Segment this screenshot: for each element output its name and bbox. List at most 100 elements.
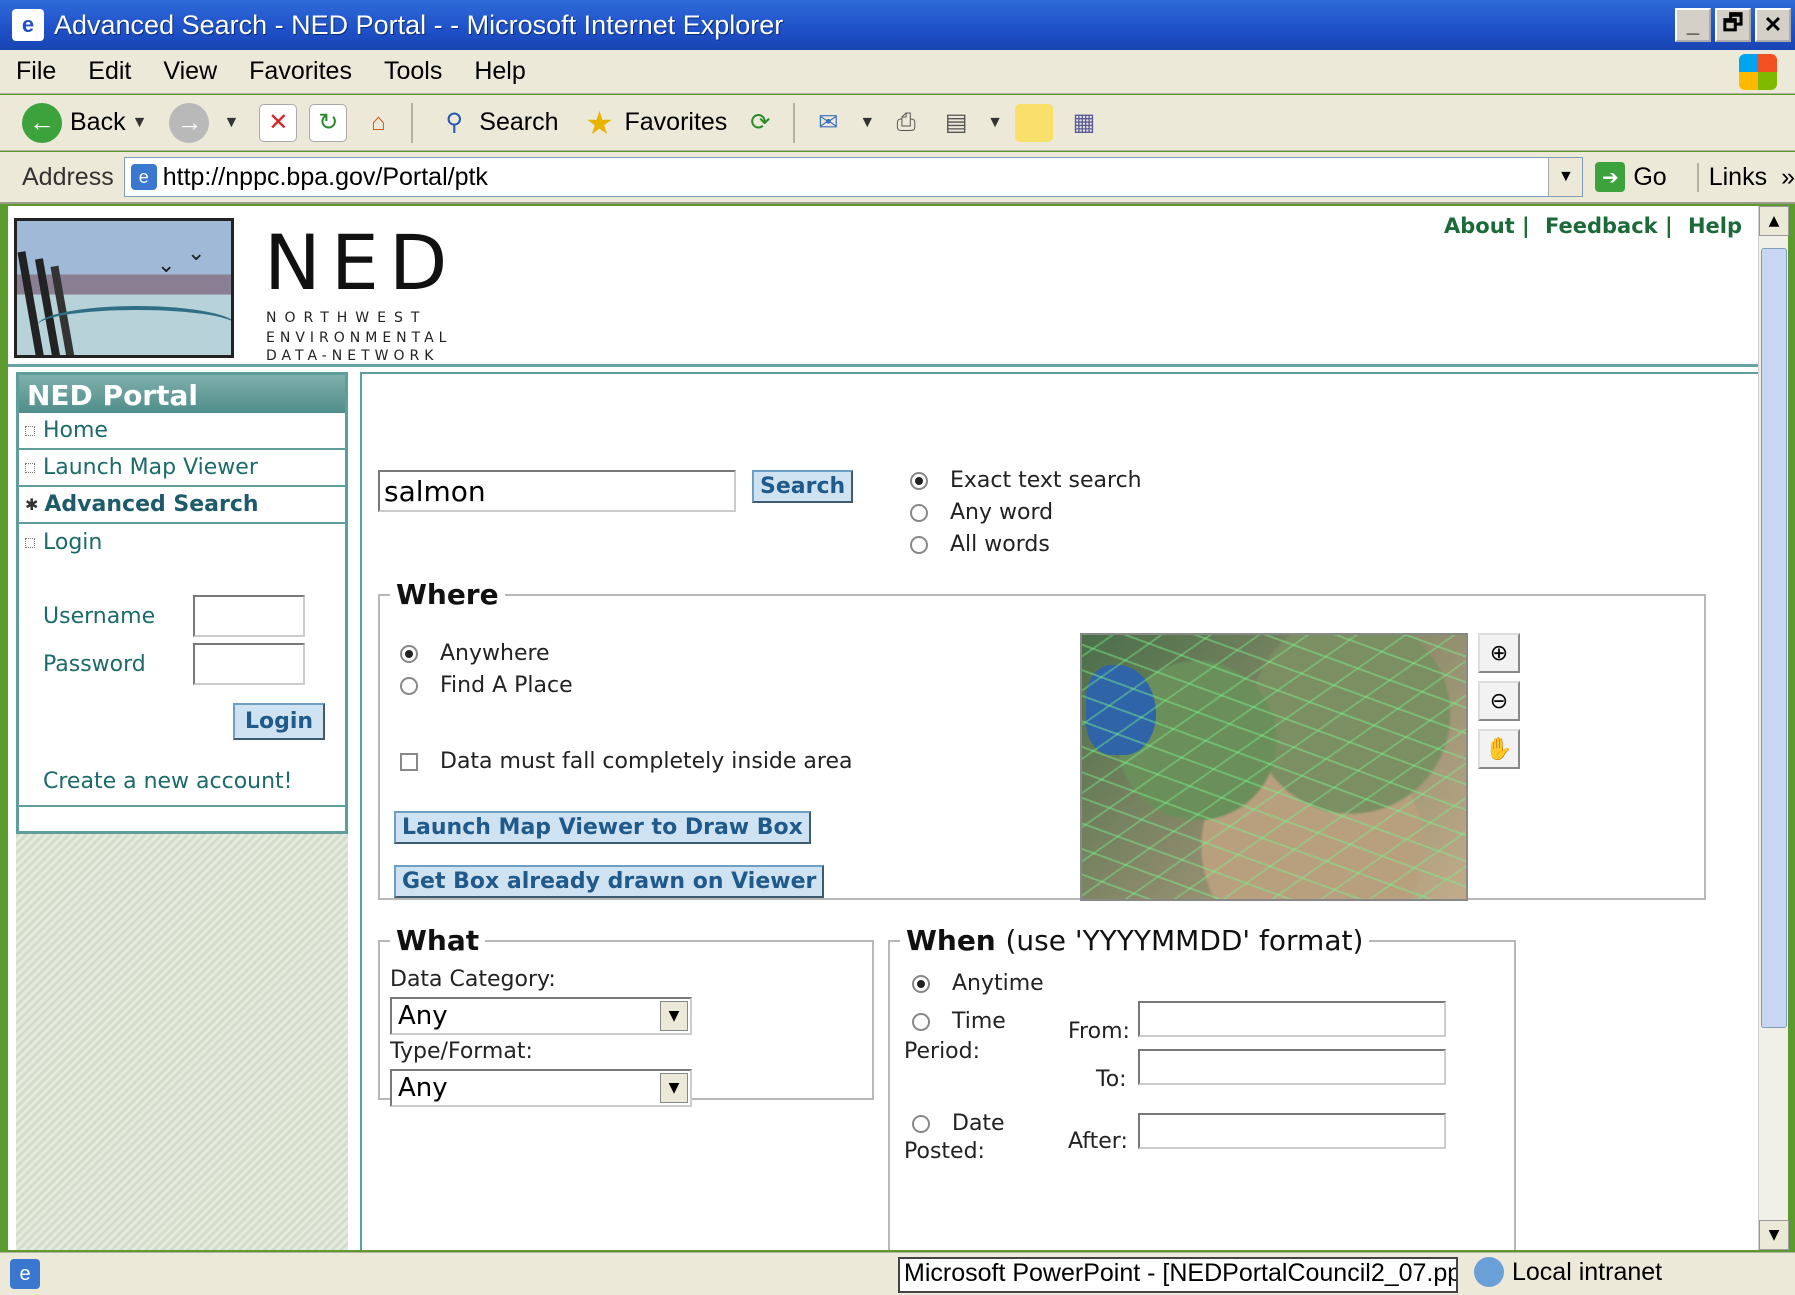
pan-hand-icon[interactable]: ✋ — [1478, 729, 1520, 769]
ned-logo[interactable]: ⌄ ⌄ NED NORTHWEST ENVIRONMENTAL DATA-NET… — [14, 218, 454, 364]
from-date-input[interactable] — [1138, 1001, 1446, 1037]
edit-icon[interactable]: ▤ — [937, 104, 975, 142]
region-map[interactable] — [1080, 633, 1468, 901]
close-button[interactable]: ✕ — [1755, 8, 1791, 42]
radio-any-word[interactable] — [910, 503, 928, 522]
when-anytime[interactable]: Anytime — [912, 971, 1044, 996]
address-field[interactable]: e http://nppc.bpa.gov/Portal/ptk ▼ — [123, 157, 1584, 197]
data-category-value: Any — [398, 1001, 448, 1031]
launch-map-viewer-button[interactable]: Launch Map Viewer to Draw Box — [394, 811, 811, 844]
username-field[interactable] — [193, 595, 305, 637]
favorites-label: Favorites — [624, 108, 728, 136]
feedback-link[interactable]: Feedback | — [1545, 214, 1673, 238]
print-icon[interactable]: ⎙ — [887, 104, 925, 142]
inside-area-option[interactable]: Data must fall completely inside area — [400, 749, 853, 774]
menu-edit[interactable]: Edit — [72, 57, 147, 86]
get-box-button[interactable]: Get Box already drawn on Viewer — [394, 865, 825, 898]
radio-time-period[interactable] — [912, 1012, 930, 1031]
where-find-place[interactable]: Find A Place — [400, 673, 573, 698]
ned-logo-image: ⌄ ⌄ — [14, 218, 234, 358]
windows-logo-icon — [1739, 53, 1777, 90]
sidebar-item-home[interactable]: Home — [19, 413, 345, 450]
menu-help[interactable]: Help — [458, 57, 541, 86]
after-date-input[interactable] — [1138, 1113, 1446, 1149]
sidebar-item-login[interactable]: Login — [19, 524, 345, 561]
radio-all-words[interactable] — [910, 535, 928, 554]
radio-date-posted[interactable] — [912, 1114, 930, 1133]
radio-find-place[interactable] — [400, 676, 418, 695]
type-format-select[interactable]: Any ▼ — [390, 1069, 692, 1107]
data-category-select[interactable]: Any ▼ — [390, 997, 692, 1035]
links-more-icon[interactable]: » — [1781, 163, 1795, 192]
mail-dropdown-icon[interactable]: ▼ — [859, 114, 875, 132]
bullet-icon — [25, 462, 35, 473]
where-anywhere-label: Anywhere — [440, 641, 550, 666]
password-field[interactable] — [193, 643, 305, 685]
where-anywhere[interactable]: Anywhere — [400, 641, 550, 666]
zoom-in-icon[interactable]: ⊕ — [1478, 633, 1520, 673]
back-arrow-icon: ← — [22, 102, 62, 143]
address-url[interactable]: http://nppc.bpa.gov/Portal/ptk — [163, 163, 488, 192]
mode-exact[interactable]: Exact text search — [910, 468, 1142, 493]
sidebar-item-label: Login — [43, 530, 103, 555]
minimize-button[interactable]: _ — [1675, 8, 1711, 42]
menu-file[interactable]: File — [0, 57, 72, 86]
mail-icon[interactable]: ✉ — [809, 104, 847, 142]
about-link[interactable]: About | — [1444, 214, 1530, 238]
sidebar-item-launch-map-viewer[interactable]: Launch Map Viewer — [19, 450, 345, 487]
forward-dropdown-icon[interactable]: ▼ — [223, 114, 239, 132]
time-period-label: Time — [952, 1009, 1006, 1034]
stop-icon[interactable]: ✕ — [259, 103, 298, 142]
restore-button[interactable]: 🗗 — [1715, 8, 1751, 42]
search-button[interactable]: ⚲ Search — [429, 104, 558, 142]
back-dropdown-icon[interactable]: ▼ — [132, 114, 148, 132]
go-label: Go — [1633, 162, 1667, 191]
chevron-down-icon[interactable]: ▼ — [660, 1001, 688, 1031]
header-links: About | Feedback | Help — [1436, 214, 1742, 238]
radio-exact[interactable] — [910, 471, 928, 490]
forward-button[interactable]: → ▼ — [169, 102, 245, 143]
menu-view[interactable]: View — [147, 57, 233, 86]
search-input[interactable] — [378, 470, 736, 512]
when-date-posted[interactable]: Date — [912, 1111, 1005, 1136]
mode-any-word[interactable]: Any word — [910, 500, 1053, 525]
when-time-period[interactable]: Time — [912, 1009, 1006, 1034]
back-button[interactable]: ← Back ▼ — [22, 102, 153, 143]
address-dropdown-icon[interactable]: ▼ — [1548, 158, 1583, 196]
zoom-out-icon[interactable]: ⊖ — [1478, 681, 1520, 721]
toolbar-separator — [793, 102, 796, 143]
vertical-scrollbar[interactable]: ▲ ▼ — [1758, 206, 1789, 1250]
note-icon[interactable] — [1015, 103, 1053, 142]
go-button[interactable]: ➔ Go — [1595, 162, 1667, 192]
menu-favorites[interactable]: Favorites — [233, 57, 368, 86]
refresh-icon[interactable]: ↻ — [309, 103, 348, 142]
where-find-place-label: Find A Place — [440, 673, 573, 698]
research-icon[interactable]: ▦ — [1065, 104, 1103, 142]
home-icon[interactable]: ⌂ — [359, 104, 397, 142]
login-button[interactable]: Login — [233, 703, 326, 740]
scroll-up-icon[interactable]: ▲ — [1759, 206, 1789, 236]
history-icon[interactable]: ⟳ — [741, 104, 779, 142]
advanced-search-panel: Search Exact text search Any word All wo… — [360, 372, 1758, 1250]
edit-dropdown-icon[interactable]: ▼ — [987, 114, 1003, 132]
chevron-down-icon[interactable]: ▼ — [660, 1073, 688, 1103]
inside-area-checkbox[interactable] — [400, 752, 418, 771]
help-link[interactable]: Help — [1688, 214, 1742, 238]
scroll-thumb[interactable] — [1761, 248, 1787, 1028]
radio-anytime[interactable] — [912, 974, 930, 993]
inside-area-label: Data must fall completely inside area — [440, 749, 853, 774]
links-toolbar[interactable]: Links — [1696, 162, 1767, 192]
time-period-label-2: Period: — [904, 1039, 981, 1064]
menu-tools[interactable]: Tools — [368, 57, 458, 86]
scroll-down-icon[interactable]: ▼ — [1759, 1220, 1789, 1250]
search-submit-button[interactable]: Search — [752, 470, 854, 503]
favorites-button[interactable]: ★ Favorites — [575, 104, 728, 142]
to-date-input[interactable] — [1138, 1049, 1446, 1085]
create-account-link[interactable]: Create a new account! — [43, 769, 293, 794]
mode-all-words-label: All words — [950, 532, 1050, 557]
radio-anywhere[interactable] — [400, 644, 418, 663]
powerpoint-taskbar-button[interactable]: Microsoft PowerPoint - [NEDPortalCouncil… — [898, 1257, 1458, 1293]
window-title: Advanced Search - NED Portal - - Microso… — [54, 9, 784, 40]
mode-all-words[interactable]: All words — [910, 532, 1050, 557]
sidebar-item-advanced-search[interactable]: ✱ Advanced Search — [19, 487, 345, 524]
